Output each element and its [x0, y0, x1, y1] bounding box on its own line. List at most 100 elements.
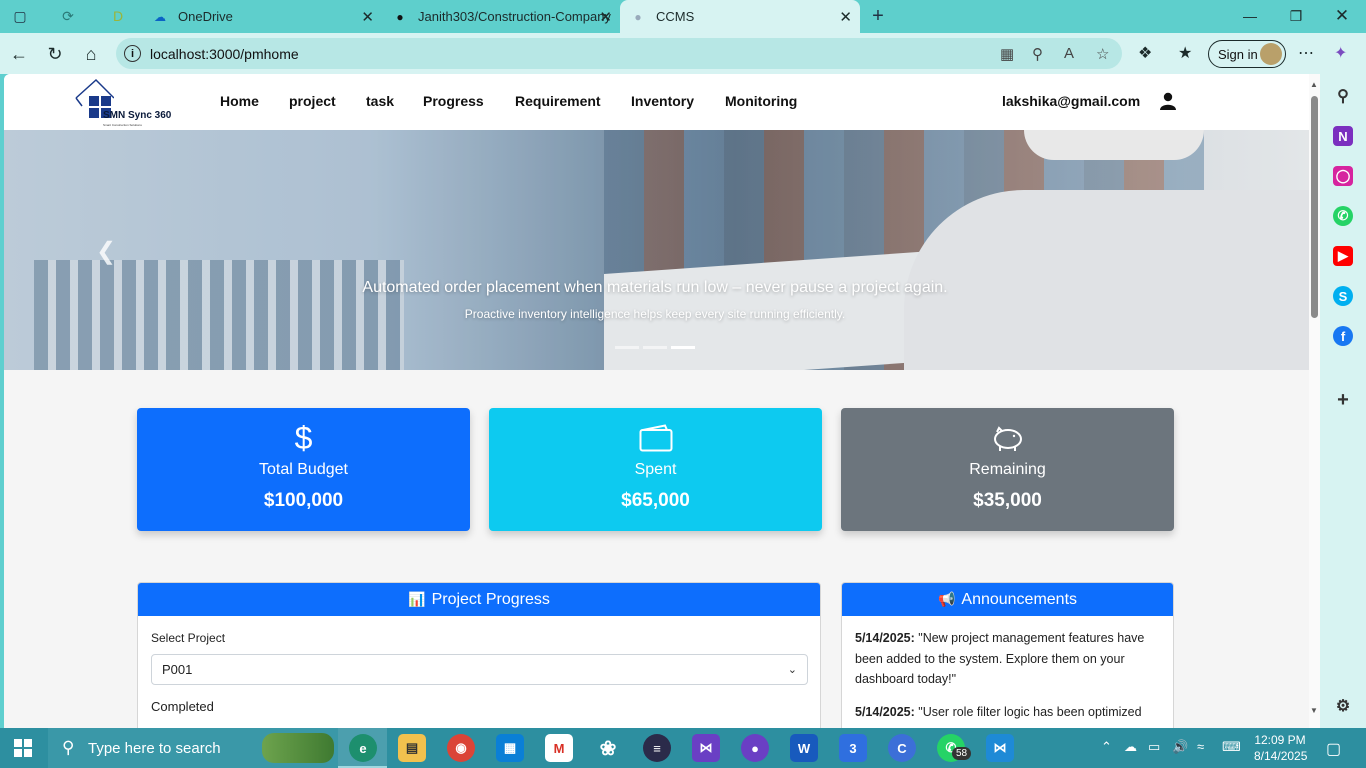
nav-home[interactable]: Home	[220, 93, 259, 109]
site-info-icon[interactable]: i	[124, 45, 141, 62]
instagram-icon[interactable]: ◯	[1333, 166, 1353, 186]
tab-github[interactable]: ● Janith303/Construction-Company ✕	[382, 0, 620, 33]
close-icon[interactable]: ✕	[839, 8, 852, 26]
minimize-icon[interactable]: —	[1230, 4, 1270, 28]
site-navbar: SMN Sync 360 Smart Construction Solution…	[4, 74, 1309, 130]
favorites-icon[interactable]: ★	[1178, 43, 1192, 63]
tab-actions-icon[interactable]: ▢	[10, 6, 30, 26]
read-aloud-icon[interactable]: A	[1064, 45, 1074, 62]
nav-inventory[interactable]: Inventory	[631, 93, 694, 109]
page-scrollbar[interactable]: ▲ ▼	[1309, 74, 1320, 728]
search-icon[interactable]: ⚲	[1333, 86, 1353, 106]
windows-taskbar: ⚲ Type here to search e ▤ ◉ ▦ M ❀ ≡ ⋈ ● …	[0, 728, 1366, 768]
github-icon: ●	[396, 9, 404, 24]
user-email[interactable]: lakshika@gmail.com	[1002, 93, 1140, 109]
close-icon[interactable]: ✕	[361, 8, 374, 26]
tab-title: Janith303/Construction-Company	[418, 9, 611, 24]
favorite-star-icon[interactable]: ☆	[1096, 45, 1109, 63]
battery-icon[interactable]: ▭	[1148, 739, 1160, 755]
store-icon[interactable]: ▦	[496, 734, 524, 762]
app-3-icon[interactable]: 3	[839, 734, 867, 762]
refresh-icon[interactable]: ↻	[42, 41, 68, 67]
windows-start-icon[interactable]	[14, 739, 32, 757]
home-icon[interactable]: ⌂	[78, 41, 104, 67]
settings-gear-icon[interactable]: ⚙	[1333, 696, 1353, 716]
youtube-icon[interactable]: ▶	[1333, 246, 1353, 266]
carousel-indicator-3[interactable]	[671, 346, 695, 349]
edge-sidebar: ⚲ N ◯ ✆ ▶ S f + ⚙	[1320, 74, 1366, 728]
window-close-icon[interactable]: ✕	[1322, 4, 1362, 28]
wifi-icon[interactable]: ≈	[1197, 739, 1204, 754]
url-input[interactable]: i localhost:3000/pmhome ▦ ⚲ A ☆	[116, 38, 1122, 69]
nav-requirement[interactable]: Requirement	[515, 93, 601, 109]
sign-in-button[interactable]: Sign in	[1208, 40, 1286, 68]
logo[interactable]: SMN Sync 360 Smart Construction Solution…	[74, 78, 184, 128]
skype-icon[interactable]: S	[1333, 286, 1353, 306]
workspace-icon[interactable]: ⟳	[58, 6, 78, 26]
remaining-card: Remaining $35,000	[841, 408, 1174, 531]
nav-monitoring[interactable]: Monitoring	[725, 93, 797, 109]
app-icon[interactable]: ≡	[643, 734, 671, 762]
close-icon[interactable]: ✕	[599, 8, 612, 26]
keyboard-icon[interactable]: ⌨	[1222, 739, 1241, 755]
user-icon[interactable]	[1160, 92, 1176, 110]
new-tab-icon[interactable]: +	[868, 5, 888, 27]
copilot-icon[interactable]: ✦	[1334, 43, 1347, 63]
file-explorer-icon[interactable]: ▤	[398, 734, 426, 762]
word-icon[interactable]: W	[790, 734, 818, 762]
back-icon[interactable]: ←	[6, 41, 32, 67]
card-label: Total Budget	[259, 461, 348, 478]
project-select[interactable]: P001 ⌄	[151, 654, 808, 685]
bar-chart-icon: 📊	[408, 591, 426, 607]
scroll-down-icon[interactable]: ▼	[1310, 706, 1318, 715]
more-menu-icon[interactable]: ⋯	[1298, 43, 1314, 63]
notifications-icon[interactable]: ▢	[1326, 739, 1341, 759]
extensions-icon[interactable]: ❖	[1138, 43, 1152, 63]
onedrive-tray-icon[interactable]: ☁	[1124, 739, 1137, 755]
card-label: Remaining	[969, 461, 1046, 478]
select-project-label: Select Project	[151, 631, 226, 645]
tab-onedrive[interactable]: ☁ OneDrive ✕	[142, 0, 382, 33]
zoom-icon[interactable]: ⚲	[1032, 45, 1043, 63]
tray-chevron-up-icon[interactable]: ⌃	[1101, 739, 1112, 755]
vscode-icon[interactable]: ⋈	[986, 734, 1014, 762]
volume-icon[interactable]: 🔊	[1172, 739, 1188, 755]
panel-header: 📢 Announcements	[842, 583, 1173, 616]
nav-project[interactable]: project	[289, 93, 336, 109]
edge-icon[interactable]: e	[349, 734, 377, 762]
visual-studio-icon[interactable]: ⋈	[692, 734, 720, 762]
browser-tab-bar: ▢ ⟳ D ☁ OneDrive ✕ ● Janith303/Construct…	[0, 0, 1366, 33]
scroll-up-icon[interactable]: ▲	[1310, 80, 1318, 89]
github-desktop-icon[interactable]: ●	[741, 734, 769, 762]
gmail-icon[interactable]: M	[545, 734, 573, 762]
facebook-icon[interactable]: f	[1333, 326, 1353, 346]
scrollbar-thumb[interactable]	[1311, 96, 1318, 318]
notification-badge: 58	[952, 747, 972, 760]
announcement-item: 5/14/2025: "User role filter logic has b…	[855, 702, 1160, 723]
app-available-icon[interactable]: ▦	[1000, 45, 1014, 63]
pinned-tab-icon[interactable]: D	[108, 6, 128, 26]
add-icon[interactable]: +	[1333, 389, 1353, 411]
tab-ccms[interactable]: ● CCMS ✕	[620, 0, 860, 33]
restore-icon[interactable]: ❐	[1276, 4, 1316, 28]
taskbar-clock[interactable]: 12:09 PM 8/14/2025	[1254, 732, 1307, 764]
carousel-indicator-1[interactable]	[615, 346, 639, 349]
chatgpt-icon[interactable]: ❀	[594, 734, 622, 762]
nav-progress[interactable]: Progress	[423, 93, 484, 109]
taskbar-search[interactable]: ⚲ Type here to search	[48, 728, 338, 768]
avatar	[1260, 43, 1282, 65]
chrome-icon[interactable]: ◉	[447, 734, 475, 762]
announcement-date: 5/14/2025:	[855, 631, 915, 645]
page-icon: ●	[634, 9, 642, 24]
carousel-indicator-2[interactable]	[643, 346, 667, 349]
onenote-icon[interactable]: N	[1333, 126, 1353, 146]
tab-title: CCMS	[656, 9, 695, 24]
canva-icon[interactable]: C	[888, 734, 916, 762]
project-progress-panel: 📊 Project Progress Select Project P001 ⌄…	[137, 582, 821, 728]
carousel-prev-icon[interactable]: ❮	[96, 237, 116, 266]
nav-task[interactable]: task	[366, 93, 394, 109]
announcement-date: 5/14/2025:	[855, 705, 915, 719]
search-highlight-image	[262, 733, 334, 763]
piggy-bank-icon	[841, 420, 1174, 456]
whatsapp-icon[interactable]: ✆	[1333, 206, 1353, 226]
